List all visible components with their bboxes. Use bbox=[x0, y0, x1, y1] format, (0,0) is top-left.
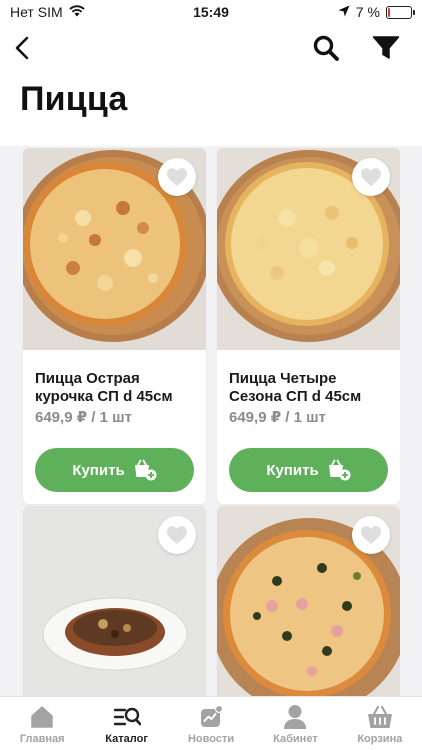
buy-button-label: Купить bbox=[72, 461, 125, 479]
product-image[interactable] bbox=[23, 506, 206, 696]
tab-label: Новости bbox=[187, 733, 235, 745]
add-to-basket-icon bbox=[328, 459, 351, 481]
battery-fill bbox=[388, 7, 390, 17]
search-button[interactable] bbox=[310, 32, 342, 64]
tab-catalog[interactable]: Каталог bbox=[84, 697, 168, 750]
add-to-basket-icon bbox=[134, 459, 157, 481]
back-button[interactable] bbox=[8, 34, 36, 62]
tab-home[interactable]: Главная bbox=[0, 697, 84, 750]
chevron-left-icon bbox=[15, 36, 29, 60]
tab-label: Главная bbox=[19, 733, 65, 745]
heart-icon bbox=[361, 526, 381, 544]
tab-bar: Главная Каталог Новости Кабинет Корзина bbox=[0, 696, 422, 750]
tab-label: Корзина bbox=[357, 733, 403, 745]
tab-label: Каталог bbox=[105, 733, 148, 745]
tab-label: Кабинет bbox=[273, 733, 318, 745]
catalog-icon bbox=[113, 704, 141, 730]
nav-row bbox=[0, 32, 422, 64]
basket-icon bbox=[366, 704, 394, 730]
buy-button[interactable]: Купить bbox=[229, 448, 388, 492]
battery-percent: 7 % bbox=[355, 4, 380, 20]
status-left: Нет SIM bbox=[10, 4, 85, 20]
product-card[interactable] bbox=[217, 506, 400, 696]
heart-icon bbox=[361, 168, 381, 186]
product-image[interactable] bbox=[217, 506, 400, 696]
buy-button[interactable]: Купить bbox=[35, 448, 194, 492]
product-card[interactable]: Пицца Четыре Сезона СП d 45см 649,9 ₽ / … bbox=[217, 148, 400, 504]
heart-icon bbox=[167, 526, 187, 544]
home-icon bbox=[28, 704, 56, 730]
favorite-button[interactable] bbox=[352, 516, 390, 554]
battery-icon bbox=[386, 5, 415, 19]
page-title: Пицца bbox=[20, 80, 128, 118]
favorite-button[interactable] bbox=[158, 158, 196, 196]
product-grid: Пицца Острая курочка СП d 45см 649,9 ₽ /… bbox=[0, 146, 422, 696]
tab-profile[interactable]: Кабинет bbox=[253, 697, 337, 750]
filter-icon bbox=[372, 36, 400, 59]
tab-news[interactable]: Новости bbox=[169, 697, 253, 750]
tab-basket[interactable]: Корзина bbox=[338, 697, 422, 750]
header: Пицца bbox=[0, 24, 422, 146]
product-name[interactable]: Пицца Четыре Сезона СП d 45см bbox=[217, 350, 400, 406]
product-price: 649,9 ₽ / 1 шт bbox=[35, 409, 133, 426]
product-image[interactable] bbox=[23, 148, 206, 350]
filter-button[interactable] bbox=[370, 32, 402, 64]
favorite-button[interactable] bbox=[158, 516, 196, 554]
favorite-button[interactable] bbox=[352, 158, 390, 196]
news-icon bbox=[197, 704, 225, 730]
location-arrow-icon bbox=[338, 4, 350, 20]
product-name[interactable]: Пицца Острая курочка СП d 45см bbox=[23, 350, 206, 406]
product-card[interactable]: Пицца Острая курочка СП d 45см 649,9 ₽ /… bbox=[23, 148, 206, 504]
wifi-icon bbox=[68, 4, 85, 20]
product-image[interactable] bbox=[217, 148, 400, 350]
product-card[interactable] bbox=[23, 506, 206, 696]
heart-icon bbox=[167, 168, 187, 186]
product-price: 649,9 ₽ / 1 шт bbox=[229, 409, 327, 426]
buy-button-label: Купить bbox=[266, 461, 319, 479]
carrier-label: Нет SIM bbox=[10, 4, 63, 20]
profile-icon bbox=[281, 704, 309, 730]
status-right: 7 % bbox=[338, 4, 415, 20]
search-icon bbox=[313, 35, 339, 61]
status-bar: Нет SIM 15:49 7 % bbox=[0, 0, 422, 24]
